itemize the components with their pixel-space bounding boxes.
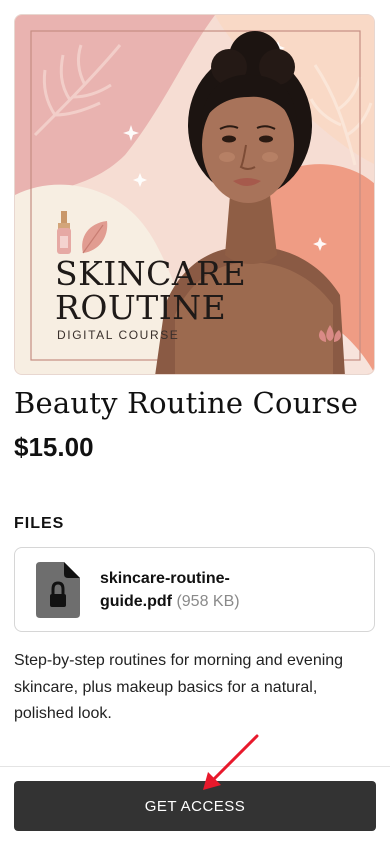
file-info: skincare-routine- guide.pdf (958 KB) — [100, 567, 240, 613]
product-description: Step-by-step routines for morning and ev… — [14, 652, 344, 722]
file-name-line2: guide.pdf — [100, 592, 172, 610]
file-name-line1: skincare-routine- — [100, 569, 230, 587]
locked-file-icon — [36, 561, 80, 618]
get-access-button[interactable]: GET ACCESS — [14, 781, 376, 831]
file-size: (958 KB) — [176, 592, 240, 610]
cover-subtitle: DIGITAL COURSE — [57, 328, 179, 342]
product-page: SKINCARE ROUTINE DIGITAL COURSE Beauty R… — [0, 0, 390, 844]
product-price: $15.00 — [14, 432, 94, 462]
product-title: Beauty Routine Course — [14, 386, 359, 420]
product-cover-image: SKINCARE ROUTINE DIGITAL COURSE — [14, 14, 375, 375]
file-item[interactable]: skincare-routine- guide.pdf (958 KB) — [14, 547, 375, 632]
files-heading: FILES — [14, 515, 65, 532]
cover-title-line2: ROUTINE — [55, 288, 226, 327]
